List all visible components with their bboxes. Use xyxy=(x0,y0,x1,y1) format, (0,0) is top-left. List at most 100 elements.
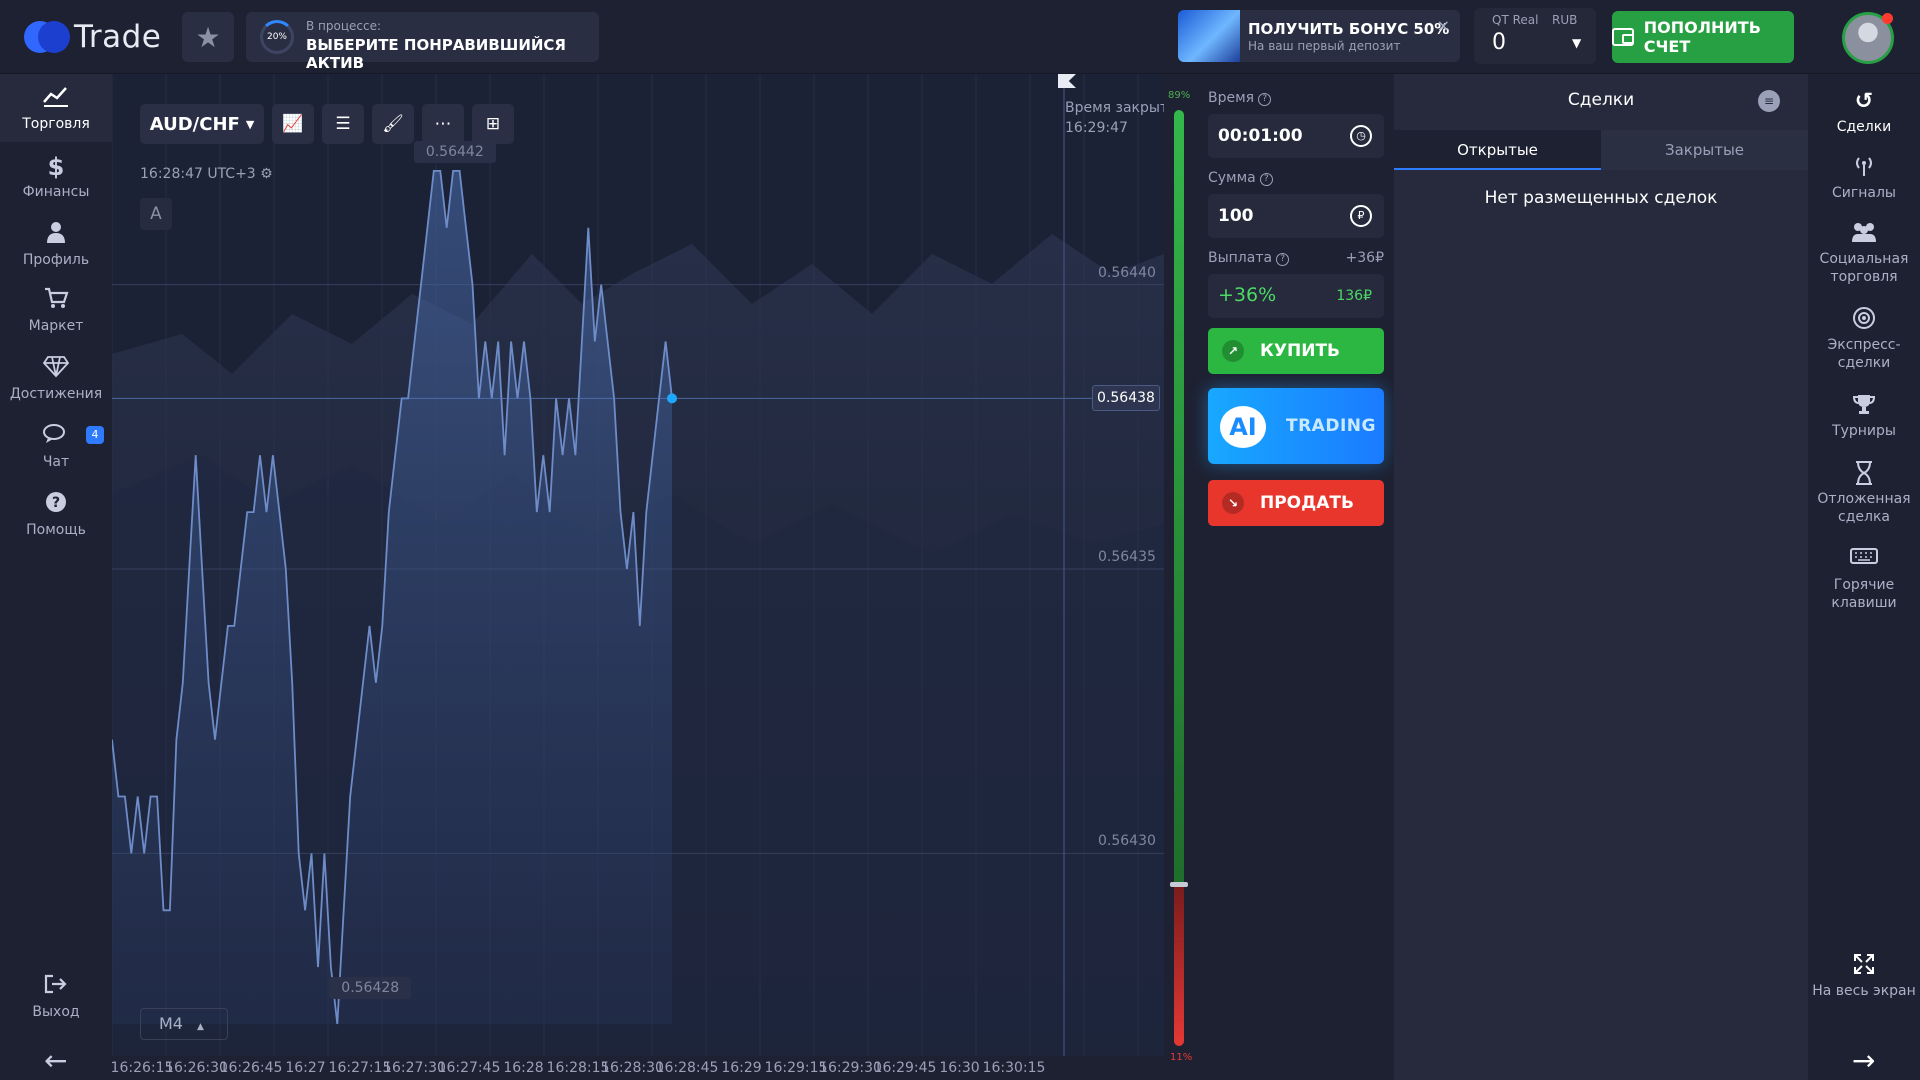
sidebar-item-express-deals[interactable]: Экспресс-сделки xyxy=(1808,306,1920,372)
drawing-marker[interactable]: A xyxy=(140,198,172,230)
sidebar-item-trading[interactable]: Торговля xyxy=(0,74,112,142)
info-icon[interactable]: ? xyxy=(1259,173,1273,186)
sidebar-item-help[interactable]: ? Помощь xyxy=(0,490,112,538)
sentiment-buy-fill xyxy=(1174,110,1184,885)
bonus-banner[interactable]: ПОЛУЧИТЬ БОНУС 50% На ваш первый депозит… xyxy=(1178,10,1460,62)
timeframe-label: M4 xyxy=(159,1014,183,1033)
sidebar-item-label: Сигналы xyxy=(1832,185,1896,201)
chevron-down-icon: ▼ xyxy=(1572,36,1582,50)
close-time-label: Время закрытия 16:29:47 xyxy=(1065,98,1164,138)
gear-icon[interactable]: ⚙ xyxy=(260,166,273,182)
account-balance: 0 xyxy=(1492,30,1506,55)
payout-label-text: Выплата xyxy=(1208,250,1273,266)
user-icon xyxy=(0,220,112,250)
payout-extra: +36₽ xyxy=(1345,250,1384,266)
tab-open[interactable]: Открытые xyxy=(1394,130,1601,170)
signal-icon xyxy=(1808,154,1920,182)
account-currency: RUB xyxy=(1552,13,1578,27)
sidebar-item-label: Чат xyxy=(42,454,70,470)
sidebar-item-label: Выход xyxy=(32,1004,80,1020)
sidebar-item-pending-trade[interactable]: Отложенная сделка xyxy=(1808,460,1920,526)
collapse-right-arrow-icon[interactable]: → xyxy=(1852,1044,1875,1077)
sidebar-item-label: Достижения xyxy=(9,386,103,402)
onboarding-progress[interactable]: 20% В процессе: ВЫБЕРИТЕ ПОНРАВИВШИЙСЯ А… xyxy=(246,12,599,72)
sidebar-item-deals[interactable]: ↺ Сделки xyxy=(1808,88,1920,136)
sidebar-item-label: Отложенная сделка xyxy=(1817,491,1911,525)
star-icon: ★ xyxy=(195,20,221,54)
current-price-tag: 0.56438 xyxy=(1092,385,1160,412)
sidebar-item-hotkeys[interactable]: Горячие клавиши xyxy=(1808,546,1920,612)
grid-icon: ⊞ xyxy=(485,114,501,134)
time-field[interactable]: 00:01:00 ◷ xyxy=(1208,114,1384,158)
more-button[interactable]: ⋯ xyxy=(422,104,464,144)
sell-button[interactable]: ↘ ПРОДАТЬ xyxy=(1208,480,1384,526)
time-tick-label: 16:29:45 xyxy=(873,1060,937,1076)
timeframe-button[interactable]: M4 ▲ xyxy=(140,1008,228,1040)
asset-selector[interactable]: AUD/CHF ▼ xyxy=(140,104,264,144)
price-chart[interactable]: AUD/CHF ▼ 📈 ☰ 🖌 ⋯ ⊞ 16:28:47 UTC+3 ⚙ A Вр… xyxy=(112,74,1164,1080)
dollar-icon: $ xyxy=(47,153,65,181)
brush-icon: 🖌 xyxy=(382,114,404,134)
sidebar-item-finance[interactable]: $ Финансы xyxy=(0,152,112,200)
trophy-icon xyxy=(1808,392,1920,420)
list-icon[interactable]: ≡ xyxy=(1758,90,1780,112)
app: Trade ★ 20% В процессе: ВЫБЕРИТЕ ПОНРАВИ… xyxy=(0,0,1920,1080)
clock-text: 16:28:47 UTC+3 xyxy=(140,166,256,182)
sidebar-item-achievements[interactable]: Достижения xyxy=(0,354,112,402)
progress-ring: 20% xyxy=(260,20,294,54)
deals-empty-message: Нет размещенных сделок xyxy=(1484,188,1718,208)
sentiment-buy: 89% xyxy=(1168,90,1191,101)
sidebar-item-market[interactable]: Маркет xyxy=(0,286,112,334)
ruble-icon[interactable]: ₽ xyxy=(1350,205,1372,227)
logo[interactable]: Trade xyxy=(24,19,161,55)
buy-button[interactable]: ↗ КУПИТЬ xyxy=(1208,328,1384,374)
price-level-label: 0.56430 xyxy=(1098,833,1156,850)
clock-icon[interactable]: ◷ xyxy=(1350,125,1372,147)
layout-button[interactable]: ⊞ xyxy=(472,104,514,144)
ai-trading-button[interactable]: AI TRADING xyxy=(1208,388,1384,464)
collapse-left-arrow-icon[interactable]: ← xyxy=(44,1044,67,1077)
max-price-tag: 0.56442 xyxy=(413,140,496,163)
target-icon xyxy=(1808,306,1920,334)
ai-badge: AI xyxy=(1220,406,1266,448)
info-icon[interactable]: ? xyxy=(1258,93,1272,106)
avatar[interactable] xyxy=(1842,12,1894,64)
sidebar-item-social-trading[interactable]: Социальная торговля xyxy=(1808,220,1920,286)
time-tick-label: 16:29 xyxy=(721,1060,762,1076)
buy-label: КУПИТЬ xyxy=(1260,341,1341,361)
sentiment-bar: 89% 11% xyxy=(1164,74,1194,1080)
close-icon[interactable]: × xyxy=(1437,16,1450,35)
amount-label-text: Сумма xyxy=(1208,170,1256,186)
drawing-button[interactable]: 🖌 xyxy=(372,104,414,144)
sidebar-item-logout[interactable]: Выход xyxy=(0,972,112,1020)
account-selector[interactable]: QT Real RUB 0 ▼ xyxy=(1474,8,1596,64)
sidebar-item-chat[interactable]: Чат 4 xyxy=(0,422,112,470)
time-tick-label: 16:27:30 xyxy=(383,1060,446,1076)
sidebar-item-signals[interactable]: Сигналы xyxy=(1808,154,1920,202)
favorites-button[interactable]: ★ xyxy=(182,12,234,62)
sidebar-item-label: Сделки xyxy=(1836,119,1892,135)
time-tick-label: 16:28:30 xyxy=(601,1060,664,1076)
tab-closed[interactable]: Закрытые xyxy=(1601,130,1808,170)
progress-percent: 20% xyxy=(266,32,287,42)
payout-percent: +36% xyxy=(1218,284,1277,306)
dots-icon: ⋯ xyxy=(434,114,452,134)
chart-clock: 16:28:47 UTC+3 ⚙ xyxy=(140,166,273,182)
sidebar-item-profile[interactable]: Профиль xyxy=(0,220,112,268)
time-tick-label: 16:29:15 xyxy=(764,1060,828,1076)
time-value: 00:01:00 xyxy=(1218,126,1303,146)
sidebar-item-tournaments[interactable]: Турниры xyxy=(1808,392,1920,440)
sidebar-item-fullscreen[interactable]: На весь экран xyxy=(1808,952,1920,1000)
deposit-button[interactable]: ПОПОЛНИТЬ СЧЕТ xyxy=(1612,11,1794,63)
svg-text:?: ? xyxy=(52,495,60,511)
sentiment-sell-fill xyxy=(1174,885,1184,1046)
time-tick-label: 16:28:15 xyxy=(546,1060,610,1076)
chart-type-button[interactable]: 📈 xyxy=(272,104,314,144)
sidebar-item-label: Профиль xyxy=(22,252,90,268)
amount-field[interactable]: 100 ₽ xyxy=(1208,194,1384,238)
time-tick-label: 16:27:45 xyxy=(437,1060,501,1076)
info-icon[interactable]: ? xyxy=(1276,253,1290,266)
deals-panel: Сделки ≡ Открытые Закрытые Нет размещенн… xyxy=(1394,74,1808,1080)
indicators-button[interactable]: ☰ xyxy=(322,104,364,144)
area-chart-icon: 📈 xyxy=(282,114,304,134)
